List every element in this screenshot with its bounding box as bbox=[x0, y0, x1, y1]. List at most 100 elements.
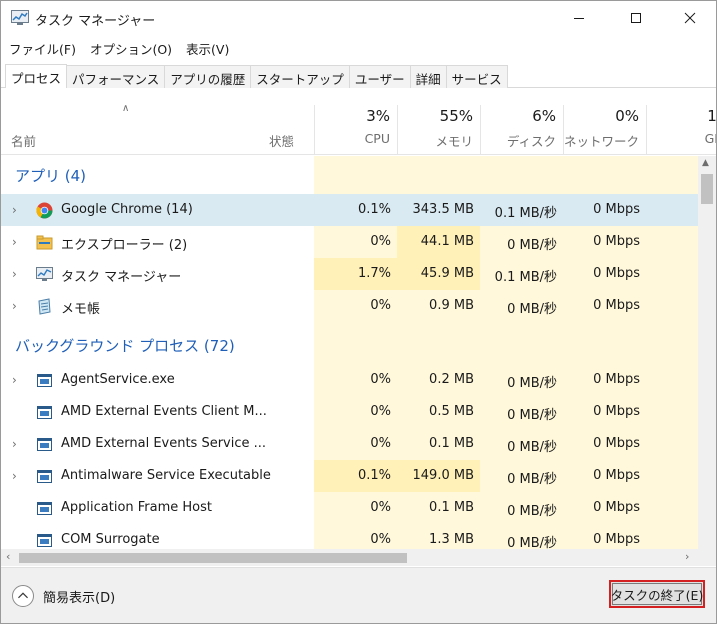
vertical-scrollbar[interactable]: ▲ bbox=[698, 156, 716, 549]
process-memory-value: 0.1 MB bbox=[429, 436, 474, 451]
menu-options[interactable]: オプション(O) bbox=[83, 37, 179, 59]
process-network-value: 0 Mbps bbox=[593, 372, 640, 387]
column-gpu[interactable]: GPU bbox=[646, 131, 716, 146]
title-bar[interactable]: タスク マネージャー bbox=[1, 1, 716, 35]
tab-performance[interactable]: パフォーマンス bbox=[66, 65, 166, 88]
scroll-right-icon[interactable]: › bbox=[685, 550, 689, 563]
process-name: COM Surrogate bbox=[61, 532, 160, 547]
scroll-up-icon[interactable]: ▲ bbox=[702, 158, 709, 168]
chevron-up-circle-icon[interactable] bbox=[12, 585, 34, 607]
process-disk-value: 0 MB/秒 bbox=[507, 238, 557, 253]
notepad-icon bbox=[38, 298, 51, 315]
process-disk-value: 0 MB/秒 bbox=[507, 376, 557, 391]
tab-startup[interactable]: スタートアップ bbox=[250, 65, 350, 88]
vertical-scroll-thumb[interactable] bbox=[701, 174, 713, 204]
tab-services[interactable]: サービス bbox=[445, 65, 508, 88]
memory-total-percent: 55% bbox=[439, 107, 473, 125]
end-task-button[interactable]: タスクの終了(E) bbox=[609, 580, 705, 608]
footer: 簡易表示(D) タスクの終了(E) bbox=[1, 567, 716, 623]
column-memory[interactable]: メモリ bbox=[397, 131, 473, 150]
group-header: アプリ (4) bbox=[15, 167, 87, 185]
process-name: AMD External Events Client M... bbox=[61, 404, 267, 419]
process-network-value: 0 Mbps bbox=[593, 266, 640, 281]
process-cpu-value: 0% bbox=[370, 372, 391, 387]
process-cpu-value: 0% bbox=[370, 532, 391, 547]
cpu-total-percent: 3% bbox=[366, 107, 390, 125]
process-row[interactable]: AMD External Events Client M... 0% 0.5 MB 0… bbox=[1, 396, 698, 428]
expand-chevron-icon[interactable]: › bbox=[12, 235, 22, 249]
menu-view[interactable]: 表示(V) bbox=[179, 37, 236, 59]
process-name: Antimalware Service Executable bbox=[61, 468, 271, 483]
process-memory-value: 149.0 MB bbox=[412, 468, 474, 483]
tab-details[interactable]: 詳細 bbox=[409, 65, 447, 88]
process-cpu-value: 0.1% bbox=[357, 468, 391, 483]
process-name: Google Chrome (14) bbox=[61, 202, 193, 217]
process-memory-value: 44.1 MB bbox=[420, 234, 474, 249]
maximize-icon bbox=[631, 13, 641, 23]
process-network-value: 0 Mbps bbox=[593, 234, 640, 249]
process-name: タスク マネージャー bbox=[61, 270, 182, 285]
app-window-icon bbox=[37, 438, 52, 451]
process-list: アプリ (4) › Google Chrome (14) 0.1% 343.5 MB 0.… bbox=[1, 156, 698, 549]
process-row[interactable]: › タスク マネージャー 1.7% 45.9 MB 0.1 MB/秒 0 Mbps bbox=[1, 258, 698, 290]
expand-chevron-icon[interactable]: › bbox=[12, 437, 22, 451]
minimize-button[interactable] bbox=[556, 1, 602, 35]
column-disk[interactable]: ディスク bbox=[480, 131, 556, 150]
column-status[interactable]: 状態 bbox=[269, 131, 294, 150]
process-network-value: 0 Mbps bbox=[593, 532, 640, 547]
app-window-icon bbox=[37, 502, 52, 515]
expand-chevron-icon[interactable]: › bbox=[12, 299, 22, 313]
process-memory-value: 45.9 MB bbox=[420, 266, 474, 281]
column-network[interactable]: ネットワーク bbox=[563, 131, 639, 150]
expand-chevron-icon[interactable]: › bbox=[12, 373, 22, 387]
expand-chevron-icon[interactable]: › bbox=[12, 469, 22, 483]
column-name[interactable]: 名前 bbox=[11, 131, 36, 150]
process-row[interactable]: COM Surrogate 0% 1.3 MB 0 MB/秒 0 Mbps bbox=[1, 524, 698, 549]
scroll-left-icon[interactable]: ‹ bbox=[6, 550, 10, 563]
process-network-value: 0 Mbps bbox=[593, 202, 640, 217]
process-disk-value: 0 MB/秒 bbox=[507, 504, 557, 519]
app-window-icon bbox=[37, 470, 52, 483]
process-row[interactable]: › Google Chrome (14) 0.1% 343.5 MB 0.1 MB/秒 0… bbox=[1, 194, 698, 226]
process-disk-value: 0 MB/秒 bbox=[507, 302, 557, 317]
maximize-button[interactable] bbox=[613, 1, 659, 35]
process-row[interactable]: › AgentService.exe 0% 0.2 MB 0 MB/秒 0 Mbps bbox=[1, 364, 698, 396]
chrome-icon bbox=[36, 202, 53, 219]
tab-processes[interactable]: プロセス bbox=[5, 64, 68, 88]
process-disk-value: 0 MB/秒 bbox=[507, 408, 557, 423]
horizontal-scroll-thumb[interactable] bbox=[19, 553, 407, 563]
process-name: エクスプローラー (2) bbox=[61, 238, 188, 253]
process-disk-value: 0.1 MB/秒 bbox=[494, 206, 557, 221]
horizontal-scrollbar[interactable]: ‹ › bbox=[1, 549, 698, 566]
task-manager-icon bbox=[36, 267, 53, 281]
process-row[interactable]: › エクスプローラー (2) 0% 44.1 MB 0 MB/秒 0 Mbps bbox=[1, 226, 698, 258]
window-title: タスク マネージャー bbox=[35, 14, 156, 29]
process-row[interactable]: Application Frame Host 0% 0.1 MB 0 MB/秒 0 Mb… bbox=[1, 492, 698, 524]
process-memory-value: 0.5 MB bbox=[429, 404, 474, 419]
explorer-icon bbox=[36, 235, 53, 250]
process-memory-value: 0.9 MB bbox=[429, 298, 474, 313]
column-cpu[interactable]: CPU bbox=[314, 131, 390, 146]
app-window-icon bbox=[37, 534, 52, 547]
process-network-value: 0 Mbps bbox=[593, 468, 640, 483]
process-row[interactable]: › メモ帳 0% 0.9 MB 0 MB/秒 0 Mbps bbox=[1, 290, 698, 322]
menu-file[interactable]: ファイル(F) bbox=[1, 37, 83, 59]
process-network-value: 0 Mbps bbox=[593, 500, 640, 515]
process-row[interactable]: › AMD External Events Service ... 0% 0.1 MB… bbox=[1, 428, 698, 460]
tab-users[interactable]: ユーザー bbox=[348, 65, 411, 88]
process-name: メモ帳 bbox=[61, 302, 101, 317]
process-cpu-value: 0% bbox=[370, 404, 391, 419]
process-name: AgentService.exe bbox=[61, 372, 175, 387]
tab-bar: プロセス パフォーマンス アプリの履歴 スタートアップ ユーザー 詳細 サービス bbox=[1, 63, 716, 88]
tab-app-history[interactable]: アプリの履歴 bbox=[164, 65, 252, 88]
column-header: ∧ 名前 状態 3% CPU 55% メモリ 6% ディスク 0% ネットワーク… bbox=[1, 99, 716, 155]
process-network-value: 0 Mbps bbox=[593, 404, 640, 419]
process-cpu-value: 0% bbox=[370, 436, 391, 451]
expand-chevron-icon[interactable]: › bbox=[12, 203, 22, 217]
process-row[interactable]: › Antimalware Service Executable 0.1% 149.0… bbox=[1, 460, 698, 492]
expand-chevron-icon[interactable]: › bbox=[12, 267, 22, 281]
close-button[interactable] bbox=[667, 1, 713, 35]
fewer-details-link[interactable]: 簡易表示(D) bbox=[43, 587, 115, 606]
process-cpu-value: 0.1% bbox=[357, 202, 391, 217]
process-name: AMD External Events Service ... bbox=[61, 436, 267, 451]
